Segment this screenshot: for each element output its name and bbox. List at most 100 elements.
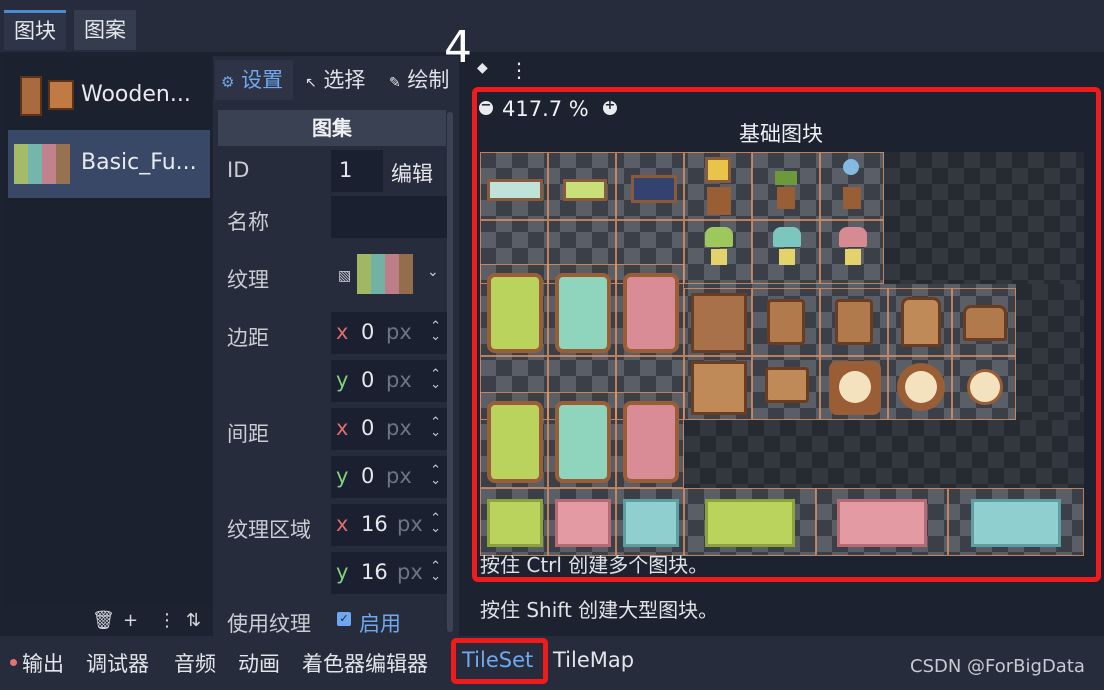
tab-settings[interactable]: ⚙ 设置 <box>215 60 293 100</box>
kebab-icon[interactable]: ⋮ <box>158 610 176 631</box>
sort-icon[interactable]: ⇅ <box>186 610 201 631</box>
tile[interactable] <box>684 152 752 220</box>
texture-picker[interactable]: ▧ ⌄ <box>331 244 447 306</box>
spin-arrows-icon[interactable]: ⌃ ⌄ <box>430 512 441 535</box>
watermark: CSDN @ForBigData <box>910 656 1085 677</box>
name-field[interactable] <box>331 196 447 238</box>
tile[interactable] <box>616 152 684 220</box>
edit-id-button[interactable]: 编辑 <box>385 150 447 192</box>
x-axis-label: x <box>336 512 349 536</box>
margin-x-field[interactable]: x 0 px ⌃ ⌄ <box>331 312 447 354</box>
hint-ctrl: 按住 Ctrl 创建多个图块。 <box>480 553 709 577</box>
spacing-x-value: 0 <box>361 416 375 440</box>
atlas-title: 基础图块 <box>739 122 823 146</box>
tile[interactable] <box>888 356 952 420</box>
tab-debugger[interactable]: 调试器 <box>86 648 149 678</box>
region-y-field[interactable]: y 16 px ⌃ ⌄ <box>331 552 447 594</box>
tile[interactable] <box>480 488 548 556</box>
tab-tilemap[interactable]: TileMap <box>553 648 634 672</box>
margin-y-value: 0 <box>361 368 375 392</box>
tile[interactable] <box>948 488 1084 556</box>
spacing-y-field[interactable]: y 0 px ⌃ ⌄ <box>331 456 447 498</box>
x-axis-label: x <box>336 320 349 344</box>
enabled-label: 启用 <box>359 612 401 636</box>
tile[interactable] <box>548 264 616 356</box>
tile[interactable] <box>752 152 820 220</box>
list-item-basic-furniture[interactable]: Basic_Fu... <box>8 130 210 198</box>
tile[interactable] <box>752 288 820 356</box>
id-label: ID <box>227 158 250 182</box>
spin-arrows-icon[interactable]: ⌃ ⌄ <box>430 464 441 487</box>
tile[interactable] <box>616 264 684 356</box>
cursor-icon: ↖ <box>305 75 317 91</box>
tab-select[interactable]: ↖ 选择 <box>305 60 365 100</box>
tile[interactable] <box>684 356 752 420</box>
unit-label: px <box>386 464 412 488</box>
zoom-in-icon[interactable]: + <box>603 98 617 115</box>
output-notification-dot <box>10 659 17 666</box>
tile[interactable] <box>820 220 884 284</box>
chevron-down-icon[interactable]: ⌄ <box>427 264 439 280</box>
tile[interactable] <box>480 392 548 488</box>
region-x-field[interactable]: x 16 px ⌃ ⌄ <box>331 504 447 546</box>
tileset-source-list: Wooden... Basic_Fu... <box>4 56 211 606</box>
tile[interactable] <box>684 288 752 356</box>
list-item-wooden[interactable]: Wooden... <box>8 62 210 130</box>
tile[interactable] <box>616 488 684 556</box>
tab-audio[interactable]: 音频 <box>174 648 216 678</box>
tile[interactable] <box>820 356 888 420</box>
tab-output[interactable]: 输出 <box>22 648 64 678</box>
tab-select-label: 选择 <box>323 68 366 92</box>
spin-arrows-icon[interactable]: ⌃ ⌄ <box>430 560 441 583</box>
unit-label: px <box>386 368 412 392</box>
tile[interactable] <box>616 392 684 488</box>
use-texture-checkbox[interactable]: ✓ 启用 <box>337 608 457 636</box>
tile[interactable] <box>752 220 820 284</box>
margin-y-field[interactable]: y 0 px ⌃ ⌄ <box>331 360 447 402</box>
tile[interactable] <box>548 152 616 220</box>
texture-label: 纹理 <box>227 268 269 292</box>
tab-patterns[interactable]: 图案 <box>74 10 136 50</box>
add-icon[interactable]: + <box>123 610 138 631</box>
properties-scrollbar[interactable] <box>447 112 453 632</box>
region-y-value: 16 <box>361 560 388 584</box>
tile[interactable] <box>480 152 548 220</box>
tile[interactable] <box>952 356 1016 420</box>
tile[interactable] <box>820 288 888 356</box>
tile[interactable] <box>888 288 952 356</box>
tile[interactable] <box>952 288 1016 356</box>
tile[interactable] <box>548 392 616 488</box>
texture-thumbnail <box>357 254 413 294</box>
tileset-tab-highlight <box>451 638 548 684</box>
spacing-y-value: 0 <box>361 464 375 488</box>
spin-arrows-icon[interactable]: ⌃ ⌄ <box>430 416 441 439</box>
tab-shader-editor[interactable]: 着色器编辑器 <box>302 648 428 678</box>
spacing-x-field[interactable]: x 0 px ⌃ ⌄ <box>331 408 447 450</box>
tile[interactable] <box>820 152 884 220</box>
trash-icon[interactable]: 🗑 <box>92 610 115 631</box>
margin-label: 边距 <box>227 326 269 350</box>
spin-arrows-icon[interactable]: ⌃ ⌄ <box>430 368 441 391</box>
eraser-icon[interactable]: ◆ <box>477 60 488 76</box>
margin-x-value: 0 <box>361 320 375 344</box>
basic-furniture-thumbnail <box>14 144 70 184</box>
atlas-menu-icon[interactable]: ⋮ <box>509 58 529 82</box>
tile[interactable] <box>684 488 816 556</box>
y-axis-label: y <box>336 560 349 584</box>
tab-tiles[interactable]: 图块 <box>4 10 66 50</box>
tile[interactable] <box>816 488 948 556</box>
edit-id-button-label: 编辑 <box>391 162 433 186</box>
tab-animation[interactable]: 动画 <box>238 648 280 678</box>
zoom-out-icon[interactable]: − <box>479 98 493 115</box>
hint-shift: 按住 Shift 创建大型图块。 <box>480 598 719 622</box>
tab-paint[interactable]: ✎ 绘制 <box>389 60 449 100</box>
tile[interactable] <box>548 488 616 556</box>
checkbox-checked-icon: ✓ <box>337 612 351 626</box>
tile[interactable] <box>752 356 820 420</box>
tile[interactable] <box>684 220 752 284</box>
tile[interactable] <box>480 264 548 356</box>
spin-arrows-icon[interactable]: ⌃ ⌄ <box>430 320 441 343</box>
atlas-canvas[interactable] <box>480 152 1084 556</box>
id-field[interactable]: 1 <box>331 150 383 192</box>
y-axis-label: y <box>336 368 349 392</box>
